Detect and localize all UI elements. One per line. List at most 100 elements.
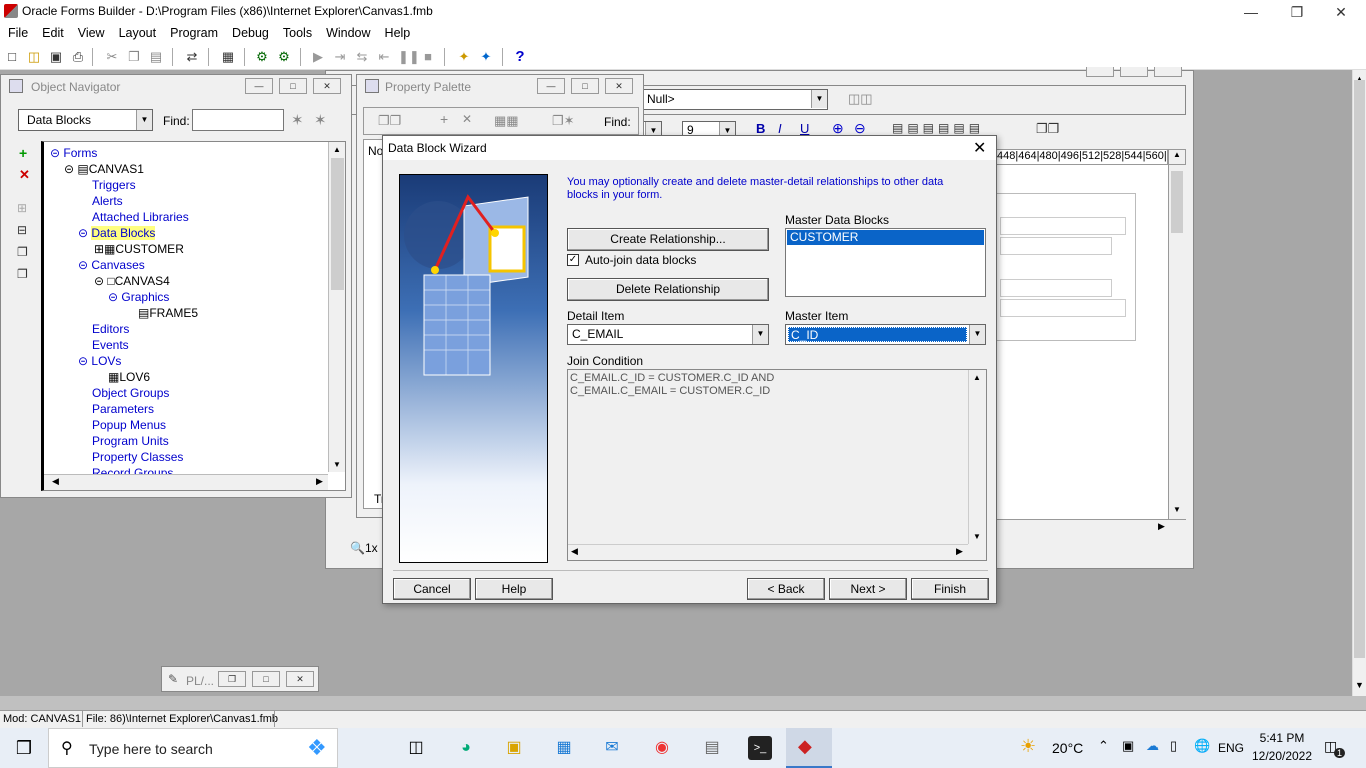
tree-node-object-groups[interactable]: Object Groups <box>92 386 169 400</box>
underline-button[interactable]: U <box>800 121 809 136</box>
tree-node-property-classes[interactable]: Property Classes <box>92 450 183 464</box>
debug-form-icon[interactable]: ⚙ <box>276 49 292 65</box>
navigator-close-button[interactable]: ✕ <box>313 78 341 94</box>
chrome-icon[interactable]: ◉ <box>650 736 674 760</box>
menu-debug[interactable]: Debug <box>224 24 275 40</box>
windows-start-icon[interactable]: ❒ <box>12 736 36 760</box>
tray-meet-icon[interactable]: ▣ <box>1122 738 1134 754</box>
master-blocks-list[interactable]: CUSTOMER <box>785 228 986 297</box>
tree-node-graphics[interactable]: ⊝ Graphics <box>108 290 169 304</box>
tree-node-canvas1[interactable]: ⊝ ▤CANVAS1 <box>64 162 144 176</box>
run-form-icon[interactable]: ⚙ <box>254 49 270 65</box>
layout-canvas[interactable] <box>996 165 1168 519</box>
tree-node-popup-menus[interactable]: Popup Menus <box>92 418 166 432</box>
microsoft-store-icon[interactable]: ▦ <box>552 736 576 760</box>
menu-window[interactable]: Window <box>318 24 376 40</box>
tree-node-forms[interactable]: ⊝ Forms <box>50 146 97 160</box>
oracle-forms-taskbar-item[interactable]: ◆ <box>786 728 832 768</box>
ruler-up-arrow[interactable]: ▲ <box>1168 149 1186 165</box>
navigator-minimize-button[interactable]: — <box>245 78 273 94</box>
palette-minimize-button[interactable]: — <box>537 78 565 94</box>
collapse-all-icon[interactable]: ❐ <box>17 267 28 281</box>
tree-node-frame5[interactable]: ▤FRAME5 <box>138 306 198 320</box>
taskbar-search-box[interactable]: ⚲ Type here to search ❖ <box>48 728 338 768</box>
plsql-close-button[interactable]: ✕ <box>286 671 314 687</box>
layout-minimize-button[interactable] <box>1086 67 1114 77</box>
terminal-icon[interactable]: >_ <box>748 736 772 760</box>
workspace-scrollbar[interactable]: ▲ ▼ <box>1352 70 1366 696</box>
menu-tools[interactable]: Tools <box>275 24 318 40</box>
layout-null-dropdown[interactable]: Null> ▼ <box>642 89 828 110</box>
find-next-icon[interactable]: ✶ <box>291 111 304 129</box>
tree-node-triggers[interactable]: Triggers <box>92 178 136 192</box>
tree-node-canvas4[interactable]: ⊝ □CANVAS4 <box>94 274 170 288</box>
tree-node-attached-libraries[interactable]: Attached Libraries <box>92 210 189 224</box>
canvas-hscroll[interactable]: ▶ <box>996 519 1186 535</box>
mail-icon[interactable]: ✉ <box>600 736 624 760</box>
next-button[interactable]: Next > <box>829 578 907 600</box>
compile-icon[interactable]: ▦ <box>220 49 236 65</box>
copy-icon[interactable]: ❐ <box>126 49 142 65</box>
create-icon[interactable]: + <box>19 145 27 161</box>
pause-icon[interactable]: ❚❚ <box>398 49 420 65</box>
tree-node-customer[interactable]: ⊞▦CUSTOMER <box>94 242 184 256</box>
minimized-plsql-window[interactable]: ✎ PL/... ❐ □ ✕ <box>161 666 319 692</box>
navigator-maximize-button[interactable]: □ <box>279 78 307 94</box>
menu-help[interactable]: Help <box>377 24 417 40</box>
layout-close-button[interactable] <box>1154 67 1182 77</box>
autojoin-checkbox[interactable]: ✓ <box>567 254 579 266</box>
menu-view[interactable]: View <box>70 24 111 40</box>
wizard-icon[interactable]: ✦ <box>456 49 472 65</box>
delete-icon[interactable]: ✕ <box>19 167 30 183</box>
cancel-button[interactable]: Cancel <box>393 578 471 600</box>
installer-icon[interactable]: ▤ <box>700 736 724 760</box>
master-block-item[interactable]: CUSTOMER <box>787 230 984 245</box>
find-prev-icon[interactable]: ✶ <box>314 111 327 129</box>
tree-node-alerts[interactable]: Alerts <box>92 194 123 208</box>
delete-relationship-button[interactable]: Delete Relationship <box>567 278 769 301</box>
edge-icon[interactable]: ◕ <box>454 736 478 760</box>
join-condition-textarea[interactable]: C_EMAIL.C_ID = CUSTOMER.C_ID AND C_EMAIL… <box>567 369 987 561</box>
clock-date[interactable]: 12/20/2022 <box>1248 749 1316 763</box>
palette-union-icon[interactable]: ▦▦ <box>494 113 519 129</box>
tree-hscroll[interactable]: ◀ ▶ <box>44 474 328 490</box>
join-hscroll[interactable]: ◀ ▶ <box>568 544 968 560</box>
help-button[interactable]: Help <box>475 578 553 600</box>
bold-button[interactable]: B <box>756 121 765 136</box>
reentrant-wizard-icon[interactable]: ✦ <box>478 49 494 65</box>
tree-node-data-blocks[interactable]: ⊝ Data Blocks <box>78 226 156 240</box>
tree-node-editors[interactable]: Editors <box>92 322 129 336</box>
bring-front-icon[interactable]: ❐❐ <box>1036 121 1059 137</box>
palette-freeze-icon[interactable]: ❐✶ <box>552 113 575 129</box>
paste-icon[interactable]: ▤ <box>148 49 164 65</box>
menu-edit[interactable]: Edit <box>34 24 70 40</box>
collapse-icon[interactable]: ⊟ <box>17 223 27 237</box>
menu-layout[interactable]: Layout <box>111 24 163 40</box>
palette-add-icon[interactable]: + <box>440 111 448 127</box>
tree-node-events[interactable]: Events <box>92 338 129 352</box>
cut-icon[interactable]: ✂ <box>104 49 120 65</box>
tray-chevron-icon[interactable]: ⌃ <box>1098 738 1109 754</box>
step-into-icon[interactable]: ⇥ <box>332 49 348 65</box>
palette-maximize-button[interactable]: □ <box>571 78 599 94</box>
new-icon[interactable]: □ <box>4 49 20 65</box>
go-icon[interactable]: ▶ <box>310 49 326 65</box>
navigator-find-input[interactable] <box>192 109 284 131</box>
master-item-dropdown[interactable]: C_ID ▼ <box>785 324 986 345</box>
step-out-icon[interactable]: ⇤ <box>376 49 392 65</box>
layout-tool-icons[interactable]: ◫◫ <box>848 91 873 107</box>
tree-node-lov6[interactable]: ▦LOV6 <box>108 370 150 384</box>
battery-icon[interactable]: ▯ <box>1170 738 1177 754</box>
weather-icon[interactable]: ☀ <box>1020 736 1036 757</box>
tree-node-lovs[interactable]: ⊝ LOVs <box>78 354 121 368</box>
tree-node-parameters[interactable]: Parameters <box>92 402 154 416</box>
tree-node-program-units[interactable]: Program Units <box>92 434 169 448</box>
join-vscroll[interactable]: ▲ ▼ <box>968 370 986 544</box>
italic-button[interactable]: I <box>778 121 782 136</box>
menu-program[interactable]: Program <box>162 24 224 40</box>
detail-item-dropdown[interactable]: C_EMAIL ▼ <box>567 324 769 345</box>
create-relationship-button[interactable]: Create Relationship... <box>567 228 769 251</box>
close-button[interactable]: ✕ <box>1318 2 1364 22</box>
open-icon[interactable]: ◫ <box>26 49 42 65</box>
back-button[interactable]: < Back <box>747 578 825 600</box>
